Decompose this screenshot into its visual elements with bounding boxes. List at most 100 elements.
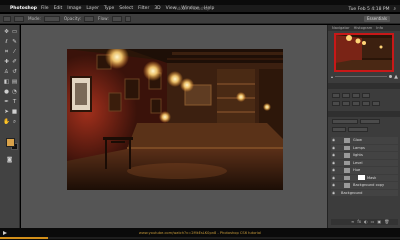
- zoom-knob[interactable]: [389, 75, 393, 78]
- mode-label: Mode:: [28, 16, 41, 21]
- tools-panel: ✥ ▭ ℓ ✎ ⌗ ⁄ ✚ ✐ ♙ ↺ ◧ ▤ ● ◔ ✒ T ➤ ■ ✋ ⌕ …: [0, 25, 20, 228]
- blur-tool-icon[interactable]: ●: [3, 89, 10, 96]
- zoom-in-icon[interactable]: ▲: [394, 74, 398, 80]
- menu-file[interactable]: File: [41, 6, 49, 11]
- link-layers-icon[interactable]: ∞: [351, 219, 354, 225]
- healing-brush-tool-icon[interactable]: ✚: [3, 59, 10, 66]
- app-name[interactable]: Photoshop: [10, 6, 37, 11]
- layer-row[interactable]: ◉ Lamps: [331, 144, 398, 152]
- flow-field[interactable]: [111, 15, 122, 22]
- trash-icon[interactable]: 🗑: [384, 219, 389, 225]
- layers-footer: ∞ fx ◐ ▭ ▣ 🗑: [331, 219, 398, 225]
- layer-fill-field[interactable]: [348, 127, 368, 132]
- crop-tool-icon[interactable]: ⌗: [3, 49, 10, 56]
- layer-row[interactable]: ◉ Glow: [331, 137, 398, 144]
- visibility-eye-icon[interactable]: ◉: [332, 182, 337, 189]
- dodge-tool-icon[interactable]: ◔: [11, 89, 18, 96]
- menu-image[interactable]: Image: [67, 6, 81, 11]
- visibility-eye-icon[interactable]: ◉: [332, 152, 337, 159]
- tool-preset-picker[interactable]: [3, 15, 11, 22]
- brush-size-picker[interactable]: [14, 15, 24, 22]
- menu-edit[interactable]: Edit: [54, 6, 63, 11]
- brightness-icon[interactable]: [332, 93, 340, 98]
- visibility-eye-icon[interactable]: ◉: [332, 167, 337, 174]
- tab-histogram[interactable]: Histogram: [354, 25, 373, 31]
- layer-row[interactable]: ◉ Level: [331, 159, 398, 167]
- quick-select-tool-icon[interactable]: ✎: [11, 39, 18, 46]
- visibility-eye-icon[interactable]: ◉: [332, 160, 337, 167]
- exposure-icon[interactable]: [362, 93, 370, 98]
- eraser-tool-icon[interactable]: ◧: [3, 79, 10, 86]
- navigator-tabs: Navigator Histogram Info: [328, 25, 400, 31]
- video-progress-fill: [0, 237, 48, 239]
- shape-tool-icon[interactable]: ■: [11, 109, 18, 116]
- brush-tool-icon[interactable]: ✐: [11, 59, 18, 66]
- menu-layer[interactable]: Layer: [86, 6, 99, 11]
- vibrance-icon[interactable]: [332, 101, 340, 106]
- layer-row[interactable]: ◉ Mask: [331, 174, 398, 182]
- layer-row[interactable]: ◉ lights: [331, 152, 398, 159]
- airbrush-toggle-icon[interactable]: [124, 15, 131, 22]
- lock-icon[interactable]: [332, 127, 346, 132]
- spotlight-search-icon[interactable]: ⌕: [393, 6, 396, 12]
- video-progress-bar[interactable]: [0, 237, 400, 239]
- marquee-tool-icon[interactable]: ▭: [11, 29, 18, 36]
- move-tool-icon[interactable]: ✥: [3, 29, 10, 36]
- mode-select[interactable]: [43, 15, 60, 22]
- layer-opacity-field[interactable]: [360, 119, 380, 124]
- menu-type[interactable]: Type: [104, 6, 114, 11]
- layer-mask-thumbnail[interactable]: [358, 175, 365, 180]
- lasso-tool-icon[interactable]: ℓ: [3, 39, 10, 46]
- new-group-icon[interactable]: ▭: [371, 219, 375, 225]
- pen-tool-icon[interactable]: ✒: [3, 99, 10, 106]
- canvas-area[interactable]: [21, 25, 327, 228]
- visibility-eye-icon[interactable]: ◉: [332, 137, 337, 144]
- menu-3d[interactable]: 3D: [154, 6, 160, 11]
- zoom-tool-icon[interactable]: ⌕: [11, 119, 18, 126]
- layer-group-row[interactable]: ◉ Background: [331, 189, 398, 197]
- layer-row[interactable]: ◉ Hue: [331, 167, 398, 174]
- menu-extras: Tue Feb 5 4:18 PM ⌕: [349, 5, 396, 13]
- history-brush-tool-icon[interactable]: ↺: [11, 69, 18, 76]
- workspace-switcher[interactable]: Essentials: [364, 16, 390, 22]
- hue-saturation-icon[interactable]: [342, 101, 350, 106]
- navigator-zoom-slider[interactable]: ▴ ▲: [331, 74, 398, 80]
- layer-thumbnail: [344, 168, 350, 173]
- black-white-icon[interactable]: [362, 101, 370, 106]
- levels-icon[interactable]: [342, 93, 350, 98]
- layer-thumbnail: [344, 153, 350, 158]
- visibility-eye-icon[interactable]: ◉: [332, 145, 337, 152]
- clock: Tue Feb 5 4:18 PM: [348, 6, 390, 12]
- tab-navigator[interactable]: Navigator: [332, 25, 350, 31]
- source-url[interactable]: www.youtube.com/watch?v=2MkEsLK0pn8 - Ph…: [0, 231, 400, 235]
- type-tool-icon[interactable]: T: [11, 99, 18, 106]
- menu-filter[interactable]: Filter: [138, 6, 149, 11]
- tab-info[interactable]: Info: [376, 25, 383, 31]
- blend-mode-select[interactable]: [332, 119, 358, 124]
- opacity-field[interactable]: [84, 15, 95, 22]
- document-image[interactable]: [67, 49, 283, 190]
- path-select-tool-icon[interactable]: ➤: [3, 109, 10, 116]
- color-balance-icon[interactable]: [352, 101, 360, 106]
- fx-icon[interactable]: fx: [357, 219, 361, 225]
- layer-name: Lamps: [353, 145, 365, 150]
- visibility-eye-icon[interactable]: ◉: [332, 190, 337, 197]
- clone-stamp-tool-icon[interactable]: ♙: [3, 69, 10, 76]
- new-layer-icon[interactable]: ▣: [377, 219, 381, 225]
- curves-icon[interactable]: [352, 93, 360, 98]
- eyedropper-tool-icon[interactable]: ⁄: [11, 49, 18, 56]
- zoom-track[interactable]: [335, 76, 388, 77]
- adjustment-icons-row-1: [332, 93, 397, 99]
- quick-mask-icon[interactable]: ◙: [6, 157, 13, 164]
- menu-select[interactable]: Select: [119, 6, 133, 11]
- foreground-color-swatch[interactable]: [6, 138, 15, 147]
- visibility-eye-icon[interactable]: ◉: [332, 175, 337, 182]
- layer-row[interactable]: ◉ Background copy: [331, 182, 398, 189]
- navigator-thumbnail[interactable]: [334, 33, 394, 72]
- zoom-out-icon[interactable]: ▴: [331, 74, 333, 79]
- add-mask-icon[interactable]: ◐: [364, 219, 368, 225]
- gradient-tool-icon[interactable]: ▤: [11, 79, 18, 86]
- adjustments-tabs: [328, 83, 400, 89]
- hand-tool-icon[interactable]: ✋: [3, 119, 10, 126]
- photo-filter-icon[interactable]: [372, 101, 380, 106]
